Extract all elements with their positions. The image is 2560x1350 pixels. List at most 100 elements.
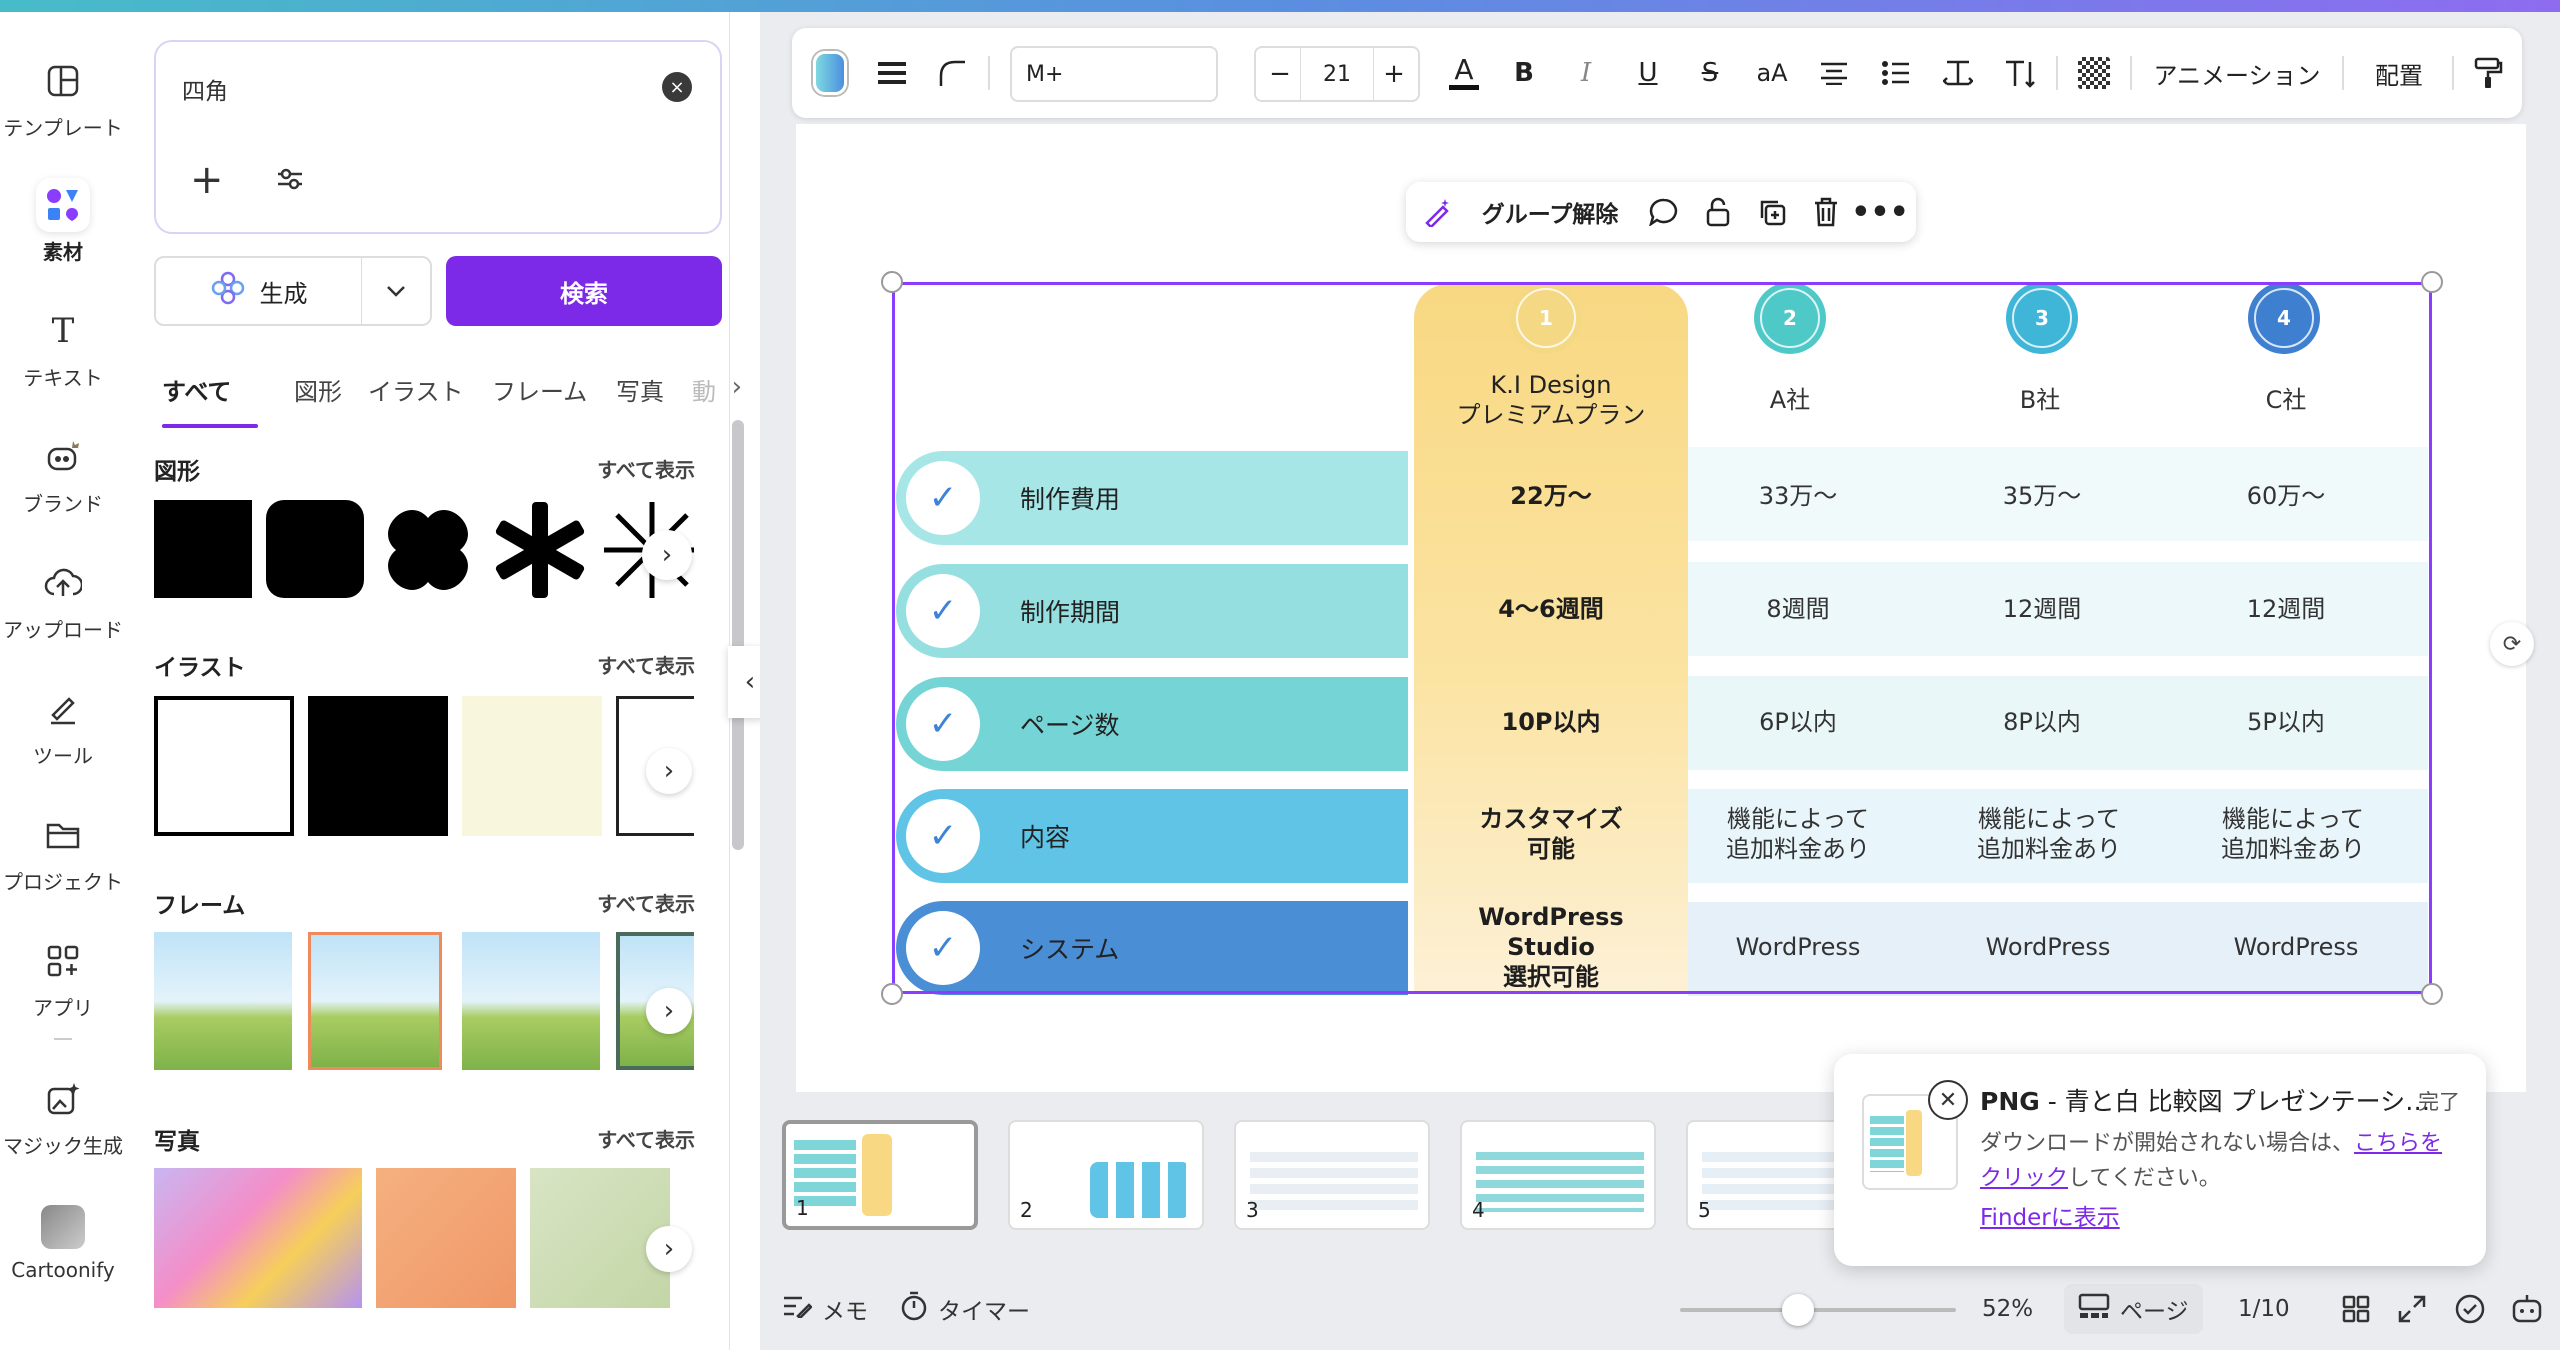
- add-icon[interactable]: +: [190, 160, 224, 200]
- trash-icon[interactable]: [1804, 182, 1848, 242]
- comment-add-icon[interactable]: [1642, 182, 1686, 242]
- resize-handle[interactable]: [881, 271, 903, 293]
- chevron-down-icon[interactable]: [362, 258, 430, 324]
- arrange-button[interactable]: 配置: [2354, 28, 2444, 118]
- bullet-list-icon[interactable]: [1870, 28, 1922, 118]
- rail-tools[interactable]: ツール: [0, 682, 126, 769]
- zoom-level[interactable]: 52%: [1982, 1276, 2033, 1342]
- check-circle-icon[interactable]: [2454, 1276, 2486, 1342]
- filter-sliders-icon[interactable]: [276, 166, 304, 196]
- assistant-icon[interactable]: [2510, 1276, 2544, 1342]
- decrease-size-button[interactable]: −: [1260, 48, 1300, 100]
- search-box[interactable]: 四角 × +: [154, 40, 722, 234]
- page-thumbnail[interactable]: 3: [1234, 1120, 1430, 1230]
- resize-handle[interactable]: [881, 983, 903, 1005]
- tab-frames[interactable]: フレーム: [492, 372, 587, 407]
- rail-templates[interactable]: テンプレート: [0, 54, 126, 141]
- notes-button[interactable]: メモ: [782, 1276, 868, 1342]
- resize-handle[interactable]: [2421, 271, 2443, 293]
- rail-projects[interactable]: プロジェクト: [0, 808, 126, 895]
- rail-upload[interactable]: アップロード: [0, 556, 126, 643]
- close-toast-button[interactable]: ✕: [1928, 1080, 1968, 1120]
- see-all-photos[interactable]: すべて表示: [597, 1124, 695, 1153]
- tab-shapes[interactable]: 図形: [294, 372, 342, 407]
- vertical-text-icon[interactable]: [1994, 28, 2046, 118]
- see-all-illust[interactable]: すべて表示: [597, 650, 695, 679]
- grid-view-icon[interactable]: [2342, 1276, 2370, 1342]
- landscape-frame-orange[interactable]: [308, 932, 442, 1070]
- italic-icon[interactable]: I: [1560, 28, 1612, 118]
- photos-next-button[interactable]: ›: [646, 1226, 692, 1272]
- letter-case-icon[interactable]: aA: [1746, 28, 1798, 118]
- shapes-next-button[interactable]: ›: [642, 530, 692, 580]
- magic-edit-icon[interactable]: [1416, 182, 1460, 242]
- section-title-illust: イラスト: [154, 655, 246, 681]
- strikethrough-icon[interactable]: S: [1684, 28, 1736, 118]
- clover-shape[interactable]: [378, 500, 478, 600]
- chevron-right-icon[interactable]: ›: [732, 372, 742, 402]
- tab-illust[interactable]: イラスト: [368, 372, 464, 407]
- rail-label: テンプレート: [3, 116, 123, 140]
- corner-rounding-icon[interactable]: [926, 28, 978, 118]
- tab-all[interactable]: すべて: [162, 372, 231, 407]
- abstract-photo[interactable]: [154, 1168, 362, 1308]
- illust-next-button[interactable]: ›: [646, 748, 692, 794]
- align-center-icon[interactable]: [1808, 28, 1860, 118]
- square-shape[interactable]: [154, 500, 252, 598]
- generate-button[interactable]: 生成: [156, 258, 362, 324]
- page-counter[interactable]: 1/10: [2238, 1276, 2290, 1342]
- letter-spacing-icon[interactable]: [1932, 28, 1984, 118]
- transparency-icon[interactable]: [2068, 28, 2120, 118]
- orange-texture-photo[interactable]: [376, 1168, 516, 1308]
- color-swatch-button[interactable]: [802, 28, 858, 118]
- white-frame-illust[interactable]: [154, 696, 294, 836]
- increase-size-button[interactable]: +: [1374, 48, 1414, 100]
- active-tab-underline: [162, 424, 258, 428]
- timer-button[interactable]: タイマー: [900, 1276, 1030, 1342]
- resize-handle[interactable]: [2421, 983, 2443, 1005]
- show-in-finder-link[interactable]: Finderに表示: [1980, 1198, 2120, 1232]
- more-options-icon[interactable]: •••: [1851, 182, 1909, 242]
- page-view-button[interactable]: ページ: [2064, 1284, 2203, 1334]
- rotate-icon[interactable]: ⟳: [2490, 622, 2534, 666]
- landscape-frame[interactable]: [154, 932, 292, 1070]
- animation-button[interactable]: アニメーション: [2142, 28, 2332, 118]
- page-thumbnail[interactable]: 4: [1460, 1120, 1656, 1230]
- rail-apps[interactable]: アプリ: [0, 934, 126, 1021]
- fullscreen-icon[interactable]: [2398, 1276, 2426, 1342]
- duplicate-icon[interactable]: [1750, 182, 1794, 242]
- border-style-icon[interactable]: [866, 28, 918, 118]
- rail-cartoonify[interactable]: Cartoonify: [0, 1200, 126, 1282]
- landscape-frame-plain[interactable]: [462, 932, 600, 1070]
- font-family-select[interactable]: M+: [1010, 46, 1218, 102]
- bold-icon[interactable]: B: [1498, 28, 1550, 118]
- search-input[interactable]: 四角: [182, 72, 228, 106]
- rail-text[interactable]: T テキスト: [0, 304, 126, 391]
- lock-icon[interactable]: [1696, 182, 1740, 242]
- zoom-slider-track[interactable]: [1680, 1308, 1956, 1312]
- black-square-illust[interactable]: [308, 696, 448, 836]
- tab-video[interactable]: 動: [692, 372, 716, 407]
- see-all-shapes[interactable]: すべて表示: [597, 454, 695, 483]
- font-size-input[interactable]: 21: [1300, 48, 1374, 100]
- cream-square-illust[interactable]: [462, 696, 602, 836]
- text-color-icon[interactable]: A: [1436, 28, 1492, 118]
- ungroup-button[interactable]: グループ解除: [1470, 182, 1630, 242]
- rail-brand[interactable]: ブランド: [0, 430, 126, 517]
- underline-icon[interactable]: U: [1622, 28, 1674, 118]
- page-thumbnail[interactable]: 1: [782, 1120, 978, 1230]
- tab-photos[interactable]: 写真: [616, 372, 664, 407]
- rounded-square-shape[interactable]: [266, 500, 364, 598]
- search-button[interactable]: 検索: [446, 256, 722, 326]
- paint-roller-icon[interactable]: [2462, 28, 2514, 118]
- frames-next-button[interactable]: ›: [646, 988, 692, 1034]
- rail-magic-generate[interactable]: マジック生成: [0, 1072, 126, 1159]
- panel-scrollbar[interactable]: [732, 420, 744, 850]
- rail-elements[interactable]: 素材: [0, 178, 126, 265]
- asterisk-shape[interactable]: [490, 500, 590, 600]
- rail-label: アップロード: [3, 618, 123, 642]
- see-all-frames[interactable]: すべて表示: [597, 888, 695, 917]
- page-thumbnail[interactable]: 2: [1008, 1120, 1204, 1230]
- clear-search-button[interactable]: ×: [662, 72, 692, 102]
- zoom-slider-thumb[interactable]: [1782, 1294, 1814, 1326]
